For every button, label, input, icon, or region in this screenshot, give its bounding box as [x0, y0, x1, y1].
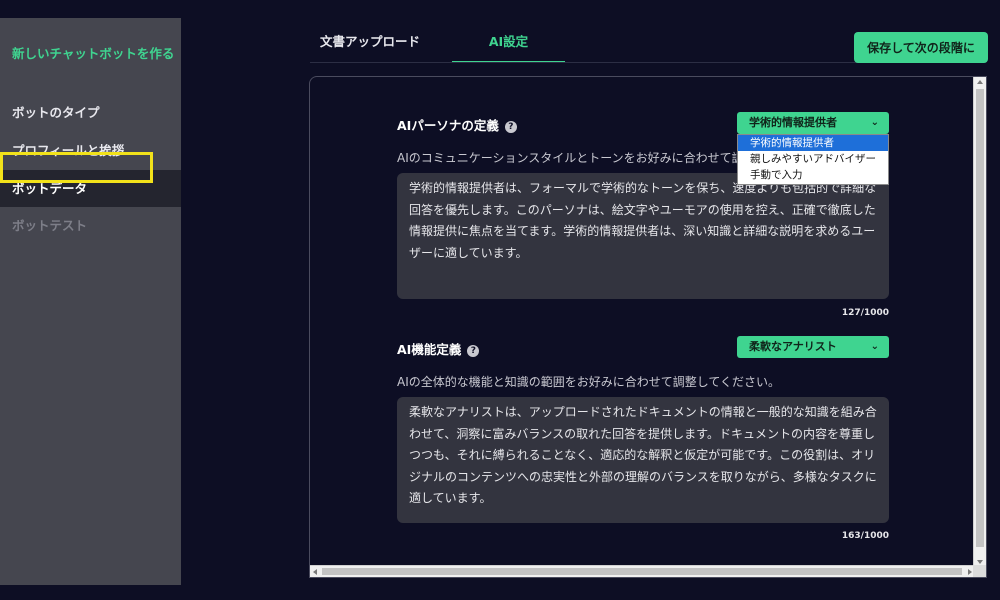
function-char-count: 163/1000	[841, 531, 889, 541]
function-section-title: AI機能定義?	[397, 339, 480, 358]
function-title-label: AI機能定義	[397, 342, 462, 357]
persona-select[interactable]: 学術的情報提供者 ⌄	[737, 112, 889, 134]
persona-section-title: AIパーソナの定義?	[397, 115, 517, 134]
vertical-scrollbar[interactable]	[973, 77, 986, 567]
scroll-right-icon[interactable]	[968, 569, 972, 575]
help-icon[interactable]: ?	[467, 345, 480, 357]
persona-option-manual[interactable]: 手動で入力	[738, 167, 888, 183]
function-select-value: 柔軟なアナリスト	[749, 340, 837, 353]
scroll-up-icon[interactable]	[977, 80, 983, 84]
persona-title-label: AIパーソナの定義	[397, 118, 499, 133]
sidebar-title: 新しいチャットボットを作る	[12, 46, 175, 61]
chevron-down-icon: ⌄	[870, 117, 879, 128]
vertical-scroll-thumb[interactable]	[976, 89, 984, 547]
persona-select-value: 学術的情報提供者	[749, 116, 837, 129]
persona-description: AIのコミュニケーションスタイルとトーンをお好みに合わせて調	[397, 151, 744, 165]
tab-ai-settings[interactable]: AI設定	[452, 20, 565, 63]
scroll-left-icon[interactable]	[313, 569, 317, 575]
scrollbar-corner	[973, 565, 986, 577]
highlight-box	[0, 152, 153, 183]
sidebar: 新しいチャットボットを作る ボットのタイプ プロフィールと挨拶 ボットデータ ボ…	[0, 18, 181, 585]
function-description: AIの全体的な機能と知識の範囲をお好みに合わせて調整してください。	[397, 375, 781, 389]
sidebar-item-bot-test: ボットテスト	[12, 218, 88, 233]
sidebar-item-bot-type[interactable]: ボットのタイプ	[0, 94, 181, 131]
chevron-down-icon: ⌄	[870, 341, 879, 352]
persona-option-friendly-advisor[interactable]: 親しみやすいアドバイザー	[738, 151, 888, 167]
persona-dropdown: 学術的情報提供者 親しみやすいアドバイザー 手動で入力	[737, 134, 889, 185]
function-select[interactable]: 柔軟なアナリスト ⌄	[737, 336, 889, 358]
persona-char-count: 127/1000	[841, 308, 889, 318]
horizontal-scroll-thumb[interactable]	[322, 568, 962, 575]
persona-textarea[interactable]: 学術的情報提供者は、フォーマルで学術的なトーンを保ち、速度よりも包括的で詳細な回…	[397, 173, 889, 299]
scroll-down-icon[interactable]	[977, 560, 983, 564]
tab-document-upload[interactable]: 文書アップロード	[310, 20, 430, 63]
save-next-button[interactable]: 保存して次の段階に	[854, 32, 988, 63]
horizontal-scrollbar[interactable]	[310, 565, 975, 577]
persona-option-academic[interactable]: 学術的情報提供者	[738, 135, 888, 151]
function-textarea[interactable]: 柔軟なアナリストは、アップロードされたドキュメントの情報と一般的な知識を組み合わ…	[397, 397, 889, 523]
help-icon[interactable]: ?	[504, 121, 517, 133]
ai-settings-panel: AIパーソナの定義? 学術的情報提供者 ⌄ 学術的情報提供者 親しみやすいアドバ…	[309, 76, 987, 578]
